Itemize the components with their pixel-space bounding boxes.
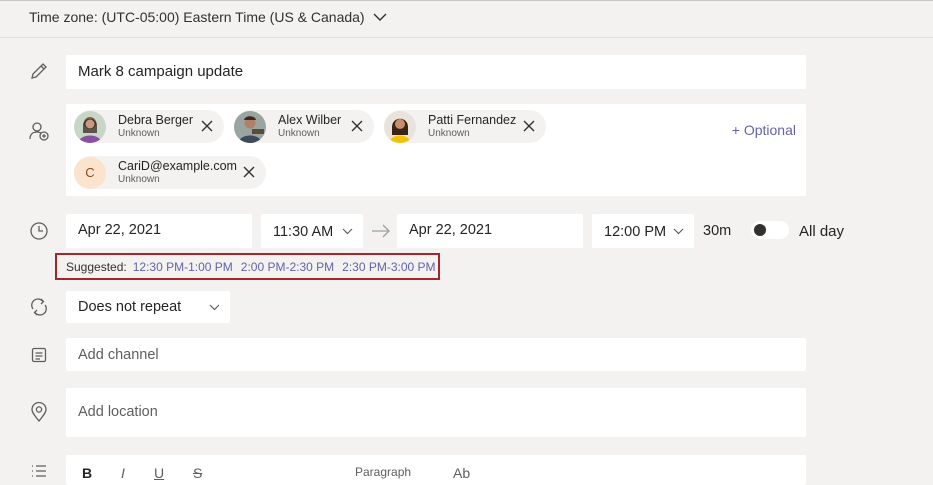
avatar <box>234 110 266 143</box>
avatar <box>384 110 416 143</box>
start-time: 11:30 AM <box>273 224 334 240</box>
timezone-selector[interactable]: Time zone: (UTC-05:00) Eastern Time (US … <box>29 9 387 25</box>
start-date: Apr 22, 2021 <box>78 222 162 238</box>
bold-button[interactable]: B <box>82 465 92 481</box>
avatar <box>74 110 106 143</box>
suggested-times: Suggested: 12:30 PM-1:00 PM 2:00 PM-2:30… <box>55 253 440 280</box>
end-date: Apr 22, 2021 <box>409 222 493 238</box>
channel-icon <box>28 344 50 366</box>
chevron-down-icon <box>342 228 353 235</box>
duration-label: 30m <box>703 223 732 239</box>
attendee-name: Patti Fernandez <box>428 112 517 127</box>
avatar-initial: C <box>85 165 95 180</box>
chevron-down-icon <box>209 304 220 311</box>
channel-input[interactable]: Add channel <box>66 338 806 371</box>
attendee-name: CariD@example.com <box>118 158 237 173</box>
clock-icon <box>28 220 50 242</box>
attendee-chip[interactable]: Alex Wilber Unknown <box>234 110 374 143</box>
attendee-status: Unknown <box>118 173 160 185</box>
start-date-picker[interactable]: Apr 22, 2021 <box>66 214 252 248</box>
add-person-icon <box>28 120 50 142</box>
attendee-status: Unknown <box>118 127 160 139</box>
title-input[interactable]: Mark 8 campaign update <box>66 55 806 89</box>
attendee-name: Alex Wilber <box>278 112 342 127</box>
location-pin-icon <box>28 401 50 423</box>
remove-attendee-icon[interactable] <box>242 165 256 179</box>
end-time: 12:00 PM <box>604 224 667 240</box>
location-placeholder: Add location <box>78 404 158 420</box>
optional-attendees-link[interactable]: + Optional <box>732 122 796 138</box>
remove-attendee-icon[interactable] <box>522 119 536 133</box>
all-day-toggle[interactable] <box>751 221 789 239</box>
suggested-slot[interactable]: 12:30 PM-1:00 PM <box>133 260 233 274</box>
attendee-chip[interactable]: C CariD@example.com Unknown <box>74 156 266 189</box>
remove-attendee-icon[interactable] <box>200 119 214 133</box>
repeat-value: Does not repeat <box>78 299 182 315</box>
suggested-slot[interactable]: 2:30 PM-3:00 PM <box>342 260 435 274</box>
channel-placeholder: Add channel <box>78 347 159 363</box>
chevron-down-icon <box>373 13 387 21</box>
end-time-picker[interactable]: 12:00 PM <box>592 214 694 248</box>
repeat-dropdown[interactable]: Does not repeat <box>66 291 230 323</box>
attendees-field[interactable]: Debra Berger Unknown Alex Wilber Unknown… <box>66 104 806 196</box>
pencil-icon <box>28 60 50 82</box>
title-value: Mark 8 campaign update <box>78 63 244 80</box>
timezone-label: Time zone: (UTC-05:00) Eastern Time (US … <box>29 9 365 25</box>
format-toolbar: B I U S Paragraph Ab <box>66 455 806 485</box>
underline-button[interactable]: U <box>154 465 164 481</box>
chevron-down-icon <box>673 228 684 235</box>
italic-button[interactable]: I <box>121 465 125 481</box>
toggle-knob <box>754 224 766 236</box>
location-input[interactable]: Add location <box>66 388 806 437</box>
strikethrough-button[interactable]: S <box>193 465 202 481</box>
attendee-status: Unknown <box>278 127 320 139</box>
attendee-status: Unknown <box>428 127 470 139</box>
suggested-slot[interactable]: 2:00 PM-2:30 PM <box>241 260 334 274</box>
top-border <box>0 0 933 1</box>
end-date-picker[interactable]: Apr 22, 2021 <box>397 214 583 248</box>
attendee-name: Debra Berger <box>118 112 194 127</box>
remove-attendee-icon[interactable] <box>350 119 364 133</box>
list-icon <box>28 460 50 482</box>
attendee-chip[interactable]: Patti Fernandez Unknown <box>384 110 546 143</box>
header-divider <box>0 37 933 38</box>
suggested-label: Suggested: <box>66 259 127 274</box>
all-day-label: All day <box>799 223 845 240</box>
start-time-picker[interactable]: 11:30 AM <box>261 214 363 248</box>
text-style-button[interactable]: Ab <box>453 465 470 481</box>
avatar: C <box>74 156 106 189</box>
arrow-right-icon <box>372 224 390 238</box>
attendee-chip[interactable]: Debra Berger Unknown <box>74 110 224 143</box>
repeat-icon <box>28 296 50 318</box>
